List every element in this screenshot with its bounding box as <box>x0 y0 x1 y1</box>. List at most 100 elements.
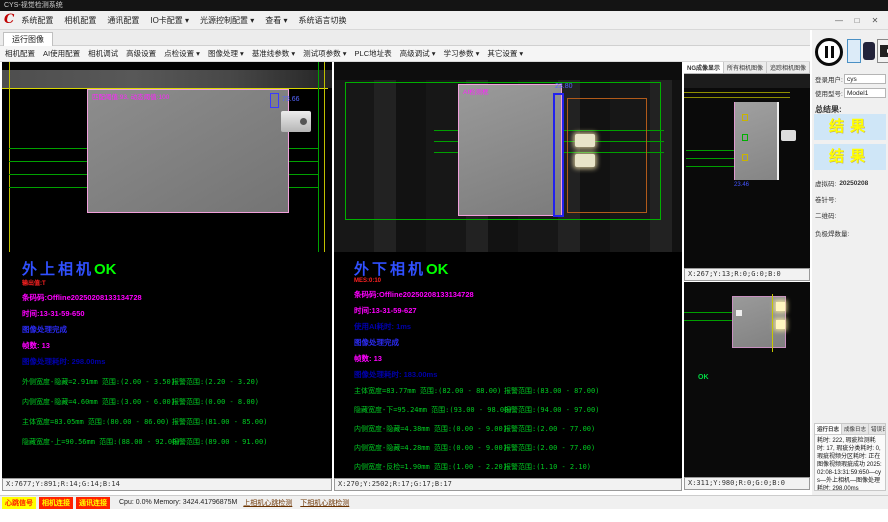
app-window: CYS-视觉检测系统 C 系统配置 相机配置 通讯配置 IO卡配置 ▾ 光源控制… <box>0 0 888 522</box>
left-camera-viewport[interactable]: 匹配阈值:93, 动态阈值:100 73.66 外上相机OK 输出值:T 条码码… <box>2 62 332 478</box>
tool-plc-address[interactable]: PLC地址表 <box>355 48 392 59</box>
model-field[interactable]: Model1 <box>844 88 886 98</box>
measure-line <box>684 312 732 313</box>
camera-connect-badge: 相机连接 <box>39 497 73 509</box>
tool-ai-use-config[interactable]: AI使用配置 <box>43 48 80 59</box>
cpu-memory-label: Cpu: 0.0% Memory: 3424.41796875M <box>119 499 237 506</box>
threshold-overlay-label: 匹配阈值:93, 动态阈值:100 <box>92 91 169 101</box>
feature-mark <box>742 114 748 121</box>
menu-comm-config[interactable]: 通讯配置 <box>107 15 139 26</box>
measurement-list: 外侧宽度-隐藏=2.91mm 范围:(2.00 - 3.50)报警范围:(2.2… <box>22 377 332 457</box>
yellow-line <box>684 97 790 98</box>
qrcode-label: 二维码: <box>815 210 836 220</box>
close-button[interactable]: ✕ <box>868 16 882 25</box>
user-manage-button[interactable] <box>863 42 875 60</box>
needle-row: 卷针号: <box>815 194 886 204</box>
aux-tab-ng-display[interactable]: NG成像显示 <box>684 62 724 73</box>
tool-camera-config[interactable]: 相机配置 <box>5 48 35 59</box>
menu-camera-config[interactable]: 相机配置 <box>64 15 96 26</box>
weld-count-row: 负极焊数量: <box>815 228 886 238</box>
control-panel: 登录用户: cys 使用型号: Model1 总结果: 结果 结果 虚拟码: 2… <box>812 30 888 495</box>
left-result-block: 外上相机OK 输出值:T 条码码:Offline2025020813313472… <box>22 258 332 457</box>
tool-advanced-debug[interactable]: 高级调试 ▾ <box>400 48 436 59</box>
measure-line <box>684 320 732 321</box>
weld-highlight <box>776 302 785 311</box>
elapsed-label: 图像处理耗时: 298.00ms <box>22 356 332 367</box>
user-login-button[interactable] <box>847 39 861 63</box>
measurement-row: 内侧宽度-隐藏=4.28mm 范围:(0.00 - 9.00)报警范围:(2.0… <box>354 443 664 462</box>
aux-top-coord-bar: X:267;Y:13;R:0;G:0;B:0 <box>684 268 810 281</box>
model-row: 使用型号: Model1 <box>815 88 886 98</box>
feature-mark <box>736 310 742 316</box>
tool-spot-check[interactable]: 点检设置 ▾ <box>164 48 200 59</box>
login-user-field[interactable]: cys <box>844 74 886 84</box>
yellow-line <box>684 92 790 93</box>
gripper-connector <box>781 130 796 141</box>
camera-status-ok: OK <box>426 261 449 278</box>
tool-bar: 相机配置 AI使用配置 相机调试 高级设置 点检设置 ▾ 图像处理 ▾ 基准线参… <box>0 46 810 62</box>
tool-advanced-settings[interactable]: 高级设置 <box>126 48 156 59</box>
result-box-1: 结果 <box>814 114 886 140</box>
weld-highlight <box>575 134 595 147</box>
app-logo-icon: C <box>4 11 14 29</box>
time-label: 时间:13-31-59-627 <box>354 305 664 316</box>
tool-learning-params[interactable]: 学习参数 ▾ <box>443 48 479 59</box>
login-user-label: 登录用户: <box>815 74 843 84</box>
login-user-row: 登录用户: cys <box>815 74 886 84</box>
tool-test-params[interactable]: 测试项参数 ▾ <box>303 48 346 59</box>
aux-tab-track-camera[interactable]: 追踪相机图像 <box>767 62 810 73</box>
measurement-row: 隐藏宽度-下=95.24mm 范围:(93.00 - 98.00)报警范围:(9… <box>354 405 664 424</box>
tool-baseline-params[interactable]: 基准线参数 ▾ <box>252 48 295 59</box>
log-tab-row: 运行日志 成像日志 错误日志 <box>815 424 885 435</box>
measure-roi-box <box>270 93 279 108</box>
yellow-guide-line <box>772 294 773 352</box>
lower-camera-heartbeat-link[interactable]: 下相机心跳检测 <box>300 498 349 508</box>
menu-language-switch[interactable]: 系统语言切换 <box>299 15 347 26</box>
log-tab-imaging[interactable]: 成像日志 <box>842 424 869 434</box>
measurement-row: 主体宽度=83.05mm 范围:(80.00 - 86.00)报警范围:(81.… <box>22 417 332 437</box>
upper-camera-heartbeat-link[interactable]: 上相机心跳检测 <box>243 498 292 508</box>
measure-line <box>686 150 734 151</box>
camera-name-label: 外上相机 <box>22 261 94 278</box>
menu-bar: C 系统配置 相机配置 通讯配置 IO卡配置 ▾ 光源控制配置 ▾ 查看 ▾ 系… <box>0 11 888 30</box>
tab-run-image[interactable]: 运行图像 <box>3 32 53 46</box>
middle-pixel-coord-bar: X:270;Y:2502;R:17;G:17;B:17 <box>334 478 682 491</box>
tool-camera-debug[interactable]: 相机调试 <box>88 48 118 59</box>
right-yellow-guide-line <box>324 62 325 252</box>
heartbeat-status-badge: 心跳信号 <box>2 497 36 509</box>
log-tab-error[interactable]: 错误日志 <box>869 424 886 434</box>
minimize-button[interactable]: — <box>832 16 846 25</box>
middle-camera-viewport[interactable]: AI检测框 23.80 外下相机OK MES:0:10 条码码:Offline2… <box>334 62 682 478</box>
tool-other-settings[interactable]: 其它设置 ▾ <box>487 48 523 59</box>
measurement-row: 外侧宽度-隐藏=2.91mm 范围:(2.00 - 3.50)报警范围:(2.2… <box>22 377 332 397</box>
process-done-label: 图像处理完成 <box>354 337 664 348</box>
log-tab-run[interactable]: 运行日志 <box>815 424 842 434</box>
window-titlebar[interactable]: CYS-视觉检测系统 <box>0 0 888 11</box>
camera-name-label: 外下相机 <box>354 261 426 278</box>
detected-cell-region: 匹配阈值:93, 动态阈值:100 <box>87 89 289 213</box>
aux-bottom-coord-bar: X:311;Y:980;R:0;G:0;B:0 <box>684 477 810 490</box>
tool-image-processing[interactable]: 图像处理 ▾ <box>208 48 244 59</box>
menu-io-config[interactable]: IO卡配置 ▾ <box>150 15 189 26</box>
barcode-label: 条码码:Offline20250208133134728 <box>22 292 332 303</box>
virtual-code-value: 20250208 <box>839 180 868 187</box>
measure-line <box>686 166 734 167</box>
maximize-button[interactable]: □ <box>850 16 864 25</box>
pause-button[interactable] <box>815 38 843 66</box>
aux-bottom-panel: OK X:311;Y:980;R:0;G:0;B:0 <box>684 282 810 490</box>
status-ok-label: OK <box>698 374 709 381</box>
aux-tab-all-cameras[interactable]: 所有相机图像 <box>724 62 767 73</box>
window-controls: — □ ✕ <box>828 16 882 25</box>
mes-signal-label: MES:0:10 <box>354 278 664 284</box>
menu-view[interactable]: 查看 ▾ <box>265 15 287 26</box>
time-label: 时间:13-31-59-650 <box>22 308 332 319</box>
ai-box-overlay-label: AI检测框 <box>463 86 489 96</box>
aux-bottom-viewport[interactable]: OK <box>684 282 810 477</box>
menu-light-config[interactable]: 光源控制配置 ▾ <box>200 15 254 26</box>
frame-count-label: 帧数: 13 <box>354 353 664 364</box>
camera-status-ok: OK <box>94 261 117 278</box>
menu-system-config[interactable]: 系统配置 <box>21 15 53 26</box>
elapsed-label: 图像处理耗时: 183.00ms <box>354 369 664 380</box>
logout-button[interactable] <box>877 39 888 63</box>
aux-top-viewport[interactable]: 23.46 <box>684 74 810 268</box>
